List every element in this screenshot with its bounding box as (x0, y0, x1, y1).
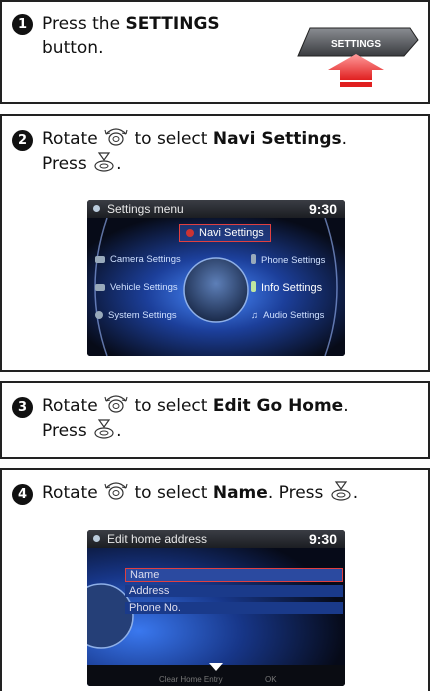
step-keyword: Name (212, 483, 268, 503)
step-text: Rotate (42, 129, 104, 149)
menu-item-navi-settings[interactable]: Navi Settings (179, 224, 271, 242)
step-text: to select (134, 396, 213, 416)
step-text: . (341, 129, 348, 149)
step-text: . (116, 421, 122, 441)
clear-home-entry-button[interactable]: Clear Home Entry (159, 675, 223, 684)
gear-icon (95, 311, 103, 319)
step-1-instruction: Press the SETTINGS button. (42, 12, 262, 60)
step-text: Press (42, 154, 93, 174)
camera-icon (95, 256, 105, 263)
step-text: Press (42, 421, 93, 441)
step-2-instruction: Rotate to select Navi Settings. Press . (42, 126, 426, 176)
rotate-knob-icon (104, 395, 128, 413)
screen-header: Edit home address 9:30 (87, 530, 345, 548)
step-text: Rotate (42, 483, 104, 503)
step-text: to select (134, 129, 213, 149)
step-number-badge: 4 (12, 484, 33, 505)
step-number-badge: 2 (12, 130, 33, 151)
step-text: Rotate (42, 396, 104, 416)
rotate-knob-icon (104, 482, 128, 500)
step-text: . (343, 396, 349, 416)
phone-icon (251, 254, 256, 264)
screen-title: Settings menu (107, 202, 184, 216)
press-knob-icon (94, 152, 114, 172)
scroll-down-arrow-icon[interactable] (209, 663, 223, 671)
menu-item-system-settings[interactable]: System Settings (95, 310, 177, 321)
settings-menu-screen: Settings menu 9:30 Navi Settings Camera … (87, 200, 345, 356)
music-note-icon: ♫ (251, 310, 259, 321)
list-row-name[interactable]: Name (125, 568, 343, 582)
step-1: 1 Press the SETTINGS button. SETTINGS (0, 0, 430, 104)
footer-bar: Clear Home Entry OK (87, 673, 345, 686)
menu-item-phone-settings[interactable]: Phone Settings (251, 254, 325, 266)
step-text: . Press (267, 483, 329, 503)
step-3-instruction: Rotate to select Edit Go Home. Press . (42, 393, 426, 443)
navi-icon (186, 229, 194, 237)
settings-button-label: SETTINGS (331, 39, 381, 50)
screen-clock: 9:30 (308, 531, 337, 547)
step-number-badge: 3 (12, 397, 33, 418)
screen-clock: 9:30 (308, 201, 337, 217)
menu-item-audio-settings[interactable]: ♫ Audio Settings (251, 310, 324, 321)
step-text: button. (42, 38, 104, 58)
screen-header: Settings menu 9:30 (87, 200, 345, 218)
menu-item-camera-settings[interactable]: Camera Settings (95, 254, 181, 265)
info-icon (251, 281, 256, 292)
settings-button-illustration: SETTINGS (297, 27, 419, 87)
rotate-knob-icon (104, 128, 128, 146)
screen-title: Edit home address (107, 532, 208, 546)
press-knob-icon (331, 481, 351, 501)
menu-dot-icon (93, 535, 100, 542)
edit-home-address-screen: Edit home address 9:30 Name Address Phon… (87, 530, 345, 686)
press-knob-icon (94, 419, 114, 439)
step-3: 3 Rotate to select Edit Go Home. Press . (0, 381, 430, 459)
step-keyword: SETTINGS (125, 14, 220, 34)
list-row-phone-no[interactable]: Phone No. (125, 602, 343, 614)
car-icon (95, 284, 105, 291)
step-text: . (116, 154, 122, 174)
step-text: . (352, 483, 359, 503)
step-4: 4 Rotate to select Name. Press . Edit ho… (0, 468, 430, 691)
step-text: Press the (42, 14, 126, 34)
step-text: to select (134, 483, 213, 503)
step-keyword: Edit Go Home (212, 396, 344, 416)
step-2: 2 Rotate to select Navi Settings. Press … (0, 114, 430, 372)
step-keyword: Navi Settings (212, 129, 342, 149)
ok-button[interactable]: OK (265, 675, 277, 684)
press-arrow-icon (328, 54, 384, 80)
menu-item-info-settings[interactable]: Info Settings (251, 281, 322, 294)
step-4-instruction: Rotate to select Name. Press . (42, 480, 426, 505)
list-row-address[interactable]: Address (125, 585, 343, 597)
menu-item-vehicle-settings[interactable]: Vehicle Settings (95, 282, 178, 293)
step-number-badge: 1 (12, 14, 33, 35)
menu-dot-icon (93, 205, 100, 212)
